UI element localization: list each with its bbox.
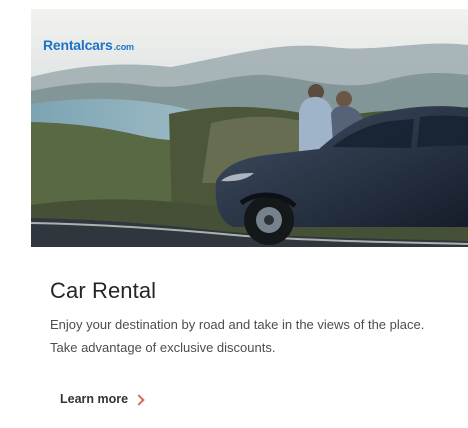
learn-more-link[interactable]: Learn more [60,392,145,406]
learn-more-label: Learn more [60,392,129,406]
hero-image: Rentalcars .com [31,9,468,247]
car-rental-card[interactable]: Rentalcars .com Car Rental Enjoy your de… [31,9,468,428]
brand-domain-suffix: .com [113,42,134,52]
rentalcars-logo[interactable]: Rentalcars .com [43,37,134,53]
card-content: Car Rental Enjoy your destination by roa… [50,277,450,359]
brand-name: Rentalcars [43,37,113,53]
page: Rentalcars .com Car Rental Enjoy your de… [0,0,468,428]
chevron-right-icon [133,393,145,406]
card-description: Enjoy your destination by road and take … [50,317,425,355]
card-title: Car Rental [50,278,157,303]
